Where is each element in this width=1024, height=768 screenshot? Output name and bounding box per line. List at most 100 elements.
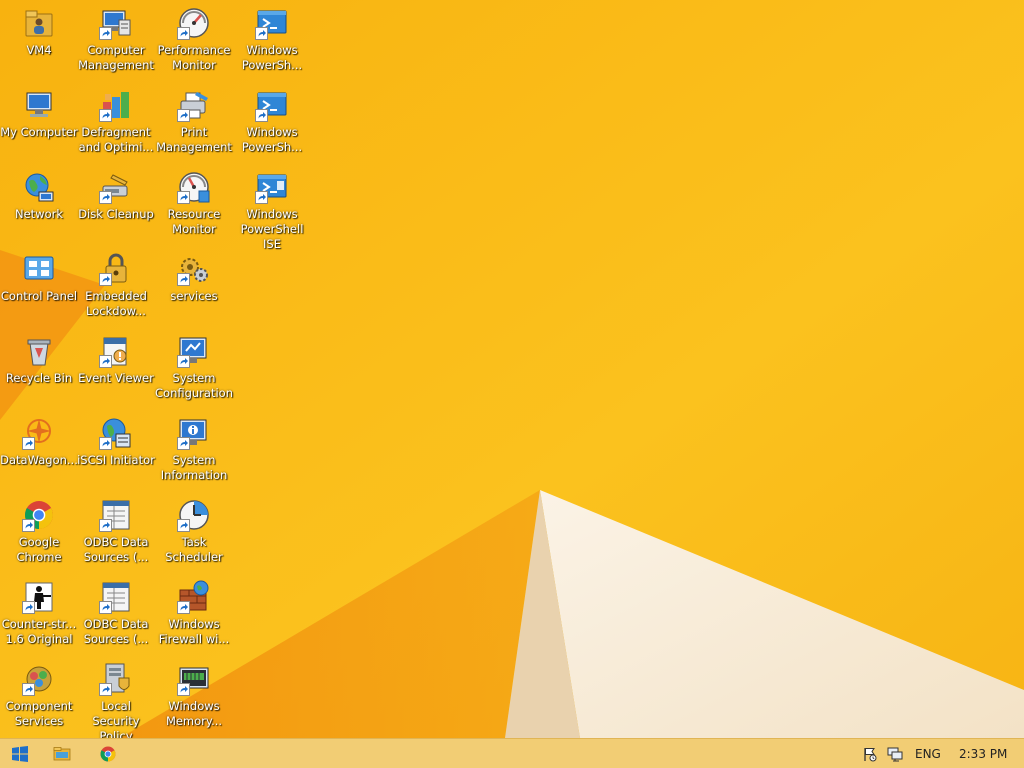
desktop-icon[interactable]: services [155,246,233,304]
odbc-icon [99,580,133,614]
desktop-icon-label: Google Chrome [16,535,62,564]
network-globe-icon [22,170,56,204]
desktop-icon[interactable]: iSCSI Initiator [77,410,155,468]
shortcut-arrow-icon [255,27,268,40]
desktop-icon[interactable]: Component Services [0,656,78,729]
start-button[interactable] [0,739,40,768]
desktop-icon-label: System Information [160,453,228,482]
recycle-bin-icon [22,334,56,368]
desktop-icon[interactable]: Counter-str... 1.6 Original [0,574,78,647]
shortcut-arrow-icon [177,601,190,614]
desktop-icon-label: services [170,289,218,303]
desktop-icon[interactable]: Performance Monitor [155,0,233,73]
desktop-icon[interactable]: Windows Memory... [155,656,233,729]
file-explorer-icon [53,746,71,760]
desktop-icon-label: ODBC Data Sources (... [83,617,149,646]
desktop-icon[interactable]: Network [0,164,78,222]
shortcut-arrow-icon [177,109,190,122]
disk-cleanup-icon [99,170,133,204]
computer-management-icon [99,6,133,40]
desktop-icon-label: Component Services [5,699,73,728]
desktop-icon[interactable]: ODBC Data Sources (... [77,574,155,647]
desktop-icon-label: DataWagon... [0,453,78,467]
shortcut-arrow-icon [22,601,35,614]
shortcut-arrow-icon [177,683,190,696]
shortcut-arrow-icon [99,683,112,696]
counter-strike-icon [22,580,56,614]
print-management-icon [177,88,211,122]
desktop-icon[interactable]: Control Panel [0,246,78,304]
shortcut-arrow-icon [99,191,112,204]
desktop-icon[interactable]: DataWagon... [0,410,78,468]
system-configuration-icon [177,334,211,368]
desktop-icon-label: Resource Monitor [167,207,221,236]
desktop-icon[interactable]: ODBC Data Sources (... [77,492,155,565]
desktop-icon[interactable]: Recycle Bin [0,328,78,386]
tray-language[interactable]: ENG [915,739,941,768]
iscsi-icon [99,416,133,450]
system-information-icon [177,416,211,450]
taskbar-file-explorer-button[interactable] [42,739,82,768]
desktop-icon[interactable]: Embedded Lockdow... [77,246,155,319]
shortcut-arrow-icon [177,27,190,40]
shortcut-arrow-icon [22,437,35,450]
shortcut-arrow-icon [255,191,268,204]
desktop-icon-label: Task Scheduler [165,535,223,564]
desktop-icon[interactable]: Computer Management [77,0,155,73]
desktop-icon[interactable]: System Configuration [155,328,233,401]
desktop-icon[interactable]: Windows Firewall wi... [155,574,233,647]
desktop-icon[interactable]: Task Scheduler [155,492,233,565]
desktop-icon-label: ODBC Data Sources (... [83,535,149,564]
desktop-icon[interactable]: Windows PowerSh... [233,0,311,73]
tray-network[interactable] [882,739,908,768]
desktop-icon-label: Event Viewer [78,371,154,385]
desktop-icon[interactable]: Event Viewer [77,328,155,386]
folder-user-icon [22,6,56,40]
shortcut-arrow-icon [99,109,112,122]
tray-clock[interactable]: 2:33 PM [959,739,1007,768]
shortcut-arrow-icon [99,601,112,614]
shortcut-arrow-icon [99,27,112,40]
desktop-icon[interactable]: Print Management [155,82,233,155]
taskbar-chrome-button[interactable] [88,739,128,768]
shortcut-arrow-icon [99,273,112,286]
desktop-icon[interactable]: System Information [155,410,233,483]
desktop-icon-label: System Configuration [155,371,233,400]
desktop-icon-label: Windows Memory... [165,699,223,728]
desktop-icon-label: Windows PowerShell ISE [240,207,304,251]
shortcut-arrow-icon [99,355,112,368]
desktop-icon-label: My Computer [0,125,78,139]
desktop-icon-label: Computer Management [78,43,154,72]
odbc-icon [99,498,133,532]
desktop-icon[interactable]: My Computer [0,82,78,140]
desktop-icon-label: Performance Monitor [157,43,231,72]
component-services-icon [22,662,56,696]
defragment-icon [99,88,133,122]
desktop-icon[interactable]: Google Chrome [0,492,78,565]
desktop-icon-label: Recycle Bin [5,371,73,385]
shortcut-arrow-icon [177,519,190,532]
desktop-icon[interactable]: Disk Cleanup [77,164,155,222]
desktop-icon[interactable]: Defragment and Optimi... [77,82,155,155]
desktop-icon[interactable]: Windows PowerShell ISE [233,164,311,252]
security-policy-icon [99,662,133,696]
desktop-icon-label: Local Security Policy [92,699,140,738]
desktop-icon-label: Print Management [156,125,232,154]
desktop-icon[interactable]: VM4 [0,0,78,58]
desktop-icon[interactable]: Local Security Policy [77,656,155,738]
desktop-icon-label: Embedded Lockdow... [85,289,147,318]
desktop-icon[interactable]: Windows PowerSh... [233,82,311,155]
desktop-icon-label: Windows Firewall wi... [158,617,230,646]
shortcut-arrow-icon [99,519,112,532]
tray-action-center[interactable] [856,739,884,768]
chrome-icon [22,498,56,532]
services-gear-icon [177,252,211,286]
shortcut-arrow-icon [22,683,35,696]
powershell-ise-icon [255,170,289,204]
taskbar: ENG 2:33 PM [0,738,1024,768]
datawagon-icon [22,416,56,450]
desktop-icon-label: VM4 [26,43,52,57]
desktop-icon[interactable]: Resource Monitor [155,164,233,237]
network-tray-icon [887,747,903,761]
control-panel-icon [22,252,56,286]
